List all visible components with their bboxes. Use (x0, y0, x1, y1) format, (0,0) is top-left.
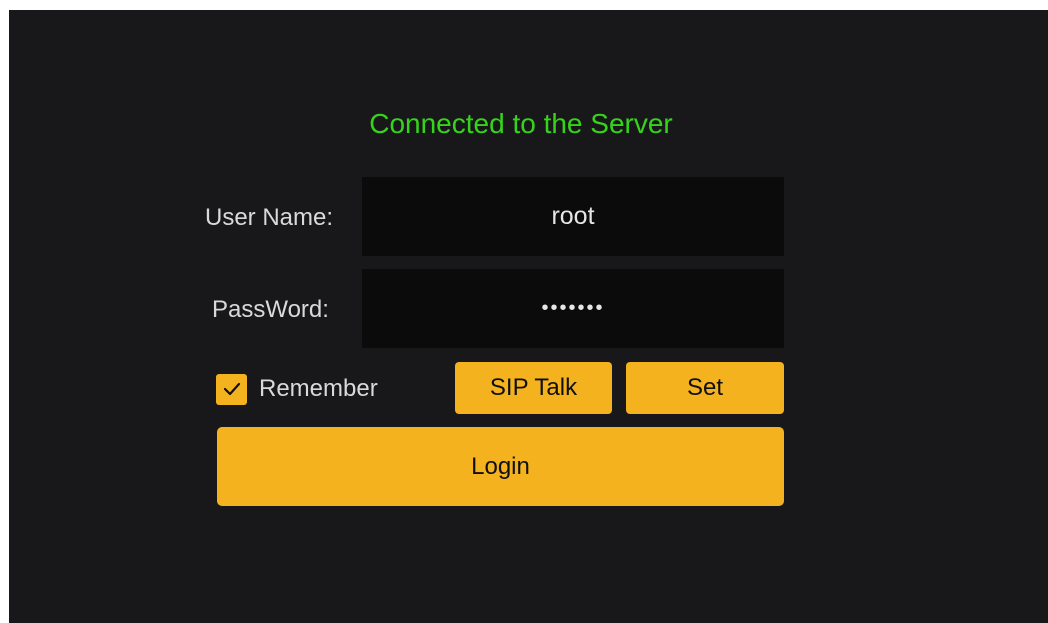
check-icon (223, 382, 240, 396)
password-field[interactable]: ••••••• (362, 269, 784, 348)
connection-status: Connected to the Server (369, 108, 673, 139)
login-button[interactable]: Login (217, 427, 784, 506)
password-value: ••••••• (541, 297, 605, 319)
remember-checkbox[interactable]: Remember (216, 373, 378, 405)
username-label: User Name: (205, 204, 334, 231)
remember-label: Remember (259, 375, 378, 402)
set-button[interactable]: Set (626, 362, 784, 414)
sip-talk-button[interactable]: SIP Talk (455, 362, 612, 414)
checkbox-box[interactable] (216, 373, 247, 405)
password-label: PassWord: (212, 296, 329, 323)
username-field[interactable]: root (362, 177, 784, 256)
login-screen: Connected to the Server User Name: root … (9, 10, 1048, 623)
